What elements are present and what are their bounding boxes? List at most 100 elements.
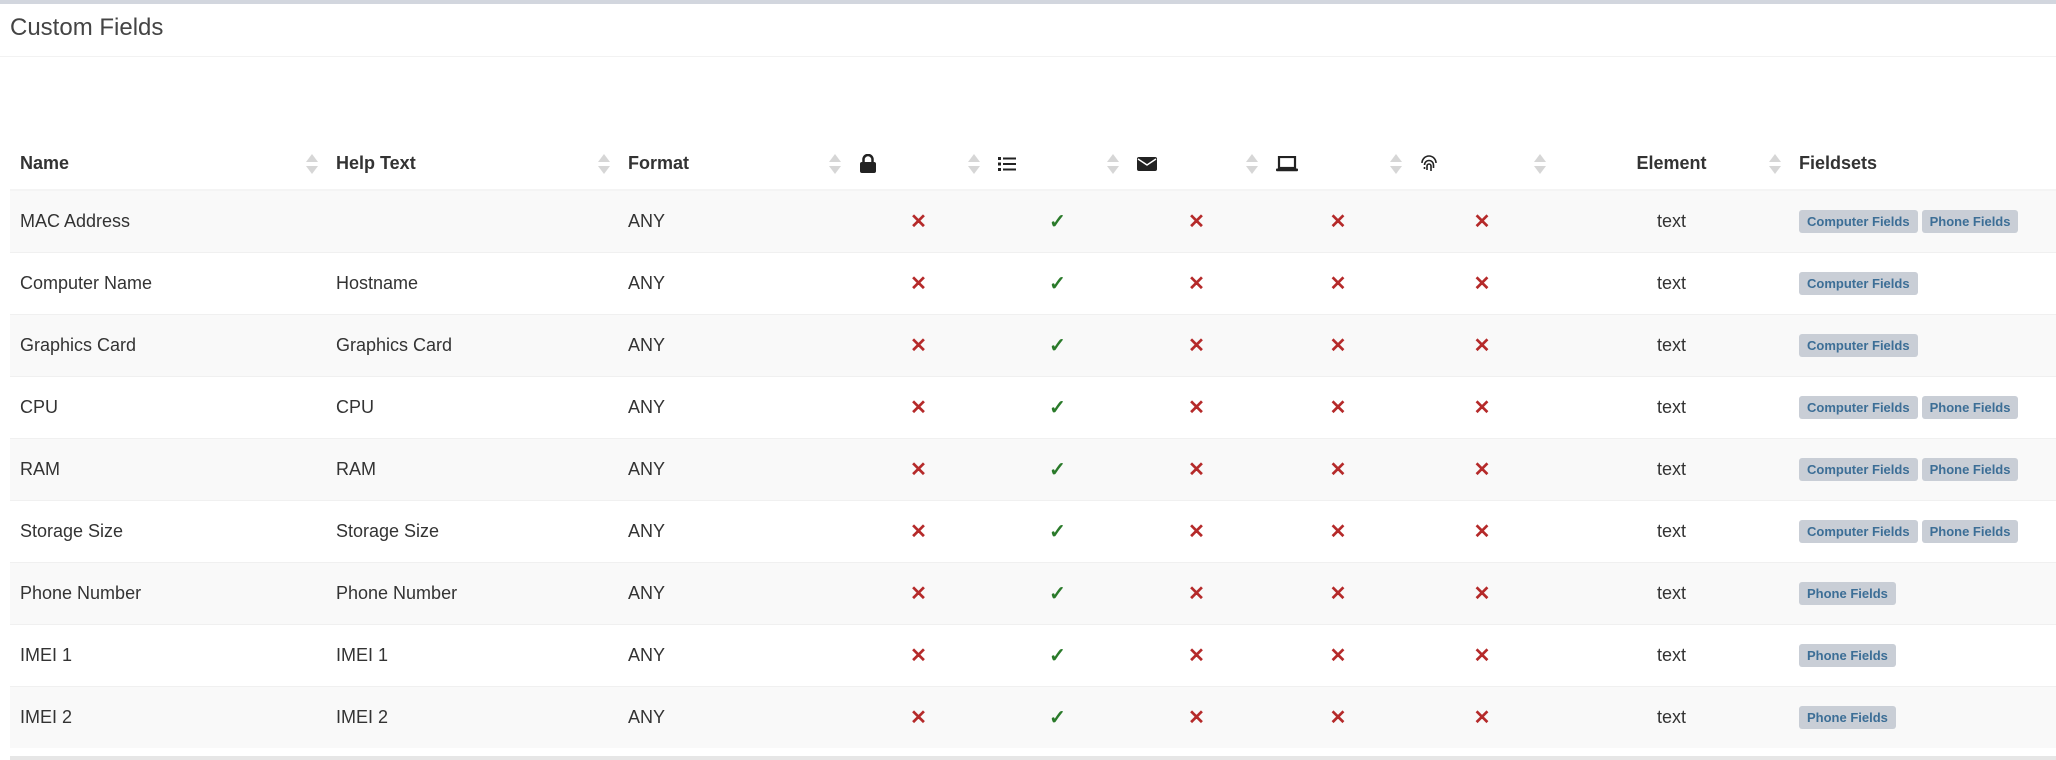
cell-email: ✕ (1127, 375, 1266, 438)
sort-icon[interactable] (1769, 153, 1781, 175)
x-icon: ✕ (910, 334, 927, 357)
cell-unique: ✕ (1410, 685, 1554, 748)
x-icon: ✕ (1329, 458, 1347, 481)
column-header-email[interactable] (1127, 138, 1266, 191)
x-icon: ✕ (910, 582, 927, 605)
column-header-format[interactable]: Format (618, 138, 849, 191)
cell-name: CPU (10, 375, 326, 438)
x-icon: ✕ (1188, 396, 1205, 419)
cell-encrypted: ✕ (849, 375, 988, 438)
fieldset-badge[interactable]: Computer Fields (1799, 209, 1918, 233)
column-header-unique[interactable] (1410, 138, 1554, 191)
cell-fieldsets: Computer Fields Phone Fields (1789, 499, 2056, 562)
cell-element: text (1554, 685, 1789, 748)
x-icon: ✕ (1188, 210, 1205, 233)
cell-encrypted: ✕ (849, 437, 988, 500)
check-icon: ✓ (1049, 458, 1066, 481)
x-icon: ✕ (910, 396, 927, 419)
x-icon: ✕ (1473, 520, 1491, 543)
column-header-user-display[interactable] (1266, 138, 1410, 191)
sort-icon[interactable] (968, 153, 980, 175)
cell-encrypted: ✕ (849, 685, 988, 748)
cell-encrypted: ✕ (849, 313, 988, 376)
column-header-name-label: Name (20, 153, 70, 173)
column-header-encrypted[interactable] (849, 138, 988, 191)
fieldset-badge[interactable]: Computer Fields (1799, 457, 1918, 481)
cell-name: MAC Address (10, 189, 326, 252)
column-header-help-text[interactable]: Help Text (326, 138, 618, 191)
fieldset-badge[interactable]: Computer Fields (1799, 333, 1918, 357)
list-icon (998, 157, 1016, 172)
column-header-name[interactable]: Name (10, 138, 326, 191)
cell-help-text: CPU (326, 375, 618, 438)
cell-email: ✕ (1127, 437, 1266, 500)
cell-list-view: ✓ (988, 499, 1127, 562)
check-icon: ✓ (1049, 396, 1066, 419)
sort-icon[interactable] (1246, 153, 1258, 175)
x-icon: ✕ (1188, 582, 1205, 605)
cell-unique: ✕ (1410, 623, 1554, 686)
x-icon: ✕ (1188, 520, 1205, 543)
fieldset-badge[interactable]: Phone Fields (1799, 581, 1896, 605)
sort-icon[interactable] (598, 153, 610, 175)
check-icon: ✓ (1049, 644, 1066, 667)
check-icon: ✓ (1049, 272, 1066, 295)
x-icon: ✕ (1473, 706, 1491, 729)
fieldset-badge[interactable]: Computer Fields (1799, 519, 1918, 543)
cell-encrypted: ✕ (849, 189, 988, 252)
cell-element: text (1554, 313, 1789, 376)
cell-element: text (1554, 561, 1789, 624)
cell-format: ANY (618, 313, 849, 376)
column-header-fieldsets-label: Fieldsets (1799, 153, 1878, 173)
table-body: MAC Address ANY ✕ ✓ ✕ ✕ ✕ text Computer Fields Ph… (10, 189, 2056, 748)
cell-encrypted: ✕ (849, 561, 988, 624)
column-header-element-label: Element (1636, 153, 1707, 173)
cell-name: Computer Name (10, 251, 326, 314)
x-icon: ✕ (1329, 210, 1347, 233)
fieldset-badge[interactable]: Computer Fields (1799, 395, 1918, 419)
x-icon: ✕ (1473, 334, 1491, 357)
column-header-list-view[interactable] (988, 138, 1127, 191)
cell-fieldsets: Phone Fields (1789, 623, 2056, 686)
cell-format: ANY (618, 561, 849, 624)
fieldset-badge[interactable]: Phone Fields (1921, 395, 2019, 419)
x-icon: ✕ (1329, 644, 1347, 667)
table-row: IMEI 2 IMEI 2 ANY ✕ ✓ ✕ ✕ ✕ text Phone Fields (10, 685, 2056, 748)
fieldset-badge[interactable]: Phone Fields (1799, 705, 1896, 729)
cell-name: Storage Size (10, 499, 326, 562)
cell-user-display: ✕ (1266, 313, 1410, 376)
sort-icon[interactable] (1390, 153, 1402, 175)
cell-list-view: ✓ (988, 313, 1127, 376)
sort-icon[interactable] (1534, 153, 1546, 175)
x-icon: ✕ (910, 644, 927, 667)
cell-email: ✕ (1127, 561, 1266, 624)
x-icon: ✕ (910, 706, 927, 729)
check-icon: ✓ (1049, 582, 1066, 605)
cell-element: text (1554, 499, 1789, 562)
x-icon: ✕ (1188, 644, 1205, 667)
x-icon: ✕ (1473, 272, 1491, 295)
sort-icon[interactable] (306, 153, 318, 175)
cell-user-display: ✕ (1266, 251, 1410, 314)
cell-user-display: ✕ (1266, 685, 1410, 748)
fieldset-badge[interactable]: Phone Fields (1799, 643, 1896, 667)
sort-icon[interactable] (1107, 153, 1119, 175)
table-row: IMEI 1 IMEI 1 ANY ✕ ✓ ✕ ✕ ✕ text Phone Fields (10, 623, 2056, 686)
x-icon: ✕ (1188, 706, 1205, 729)
table-row: Storage Size Storage Size ANY ✕ ✓ ✕ ✕ ✕ text Comp… (10, 499, 2056, 562)
cell-help-text (326, 189, 618, 252)
cell-format: ANY (618, 189, 849, 252)
cell-element: text (1554, 623, 1789, 686)
x-icon: ✕ (1188, 334, 1205, 357)
cell-fieldsets: Computer Fields Phone Fields (1789, 375, 2056, 438)
column-header-element[interactable]: Element (1554, 138, 1789, 191)
x-icon: ✕ (1473, 582, 1491, 605)
fieldset-badge[interactable]: Phone Fields (1921, 457, 2019, 481)
cell-unique: ✕ (1410, 313, 1554, 376)
sort-icon[interactable] (829, 153, 841, 175)
fieldset-badge[interactable]: Phone Fields (1921, 519, 2019, 543)
cell-list-view: ✓ (988, 251, 1127, 314)
x-icon: ✕ (1473, 458, 1491, 481)
fieldset-badge[interactable]: Phone Fields (1921, 209, 2019, 233)
fieldset-badge[interactable]: Computer Fields (1799, 271, 1918, 295)
